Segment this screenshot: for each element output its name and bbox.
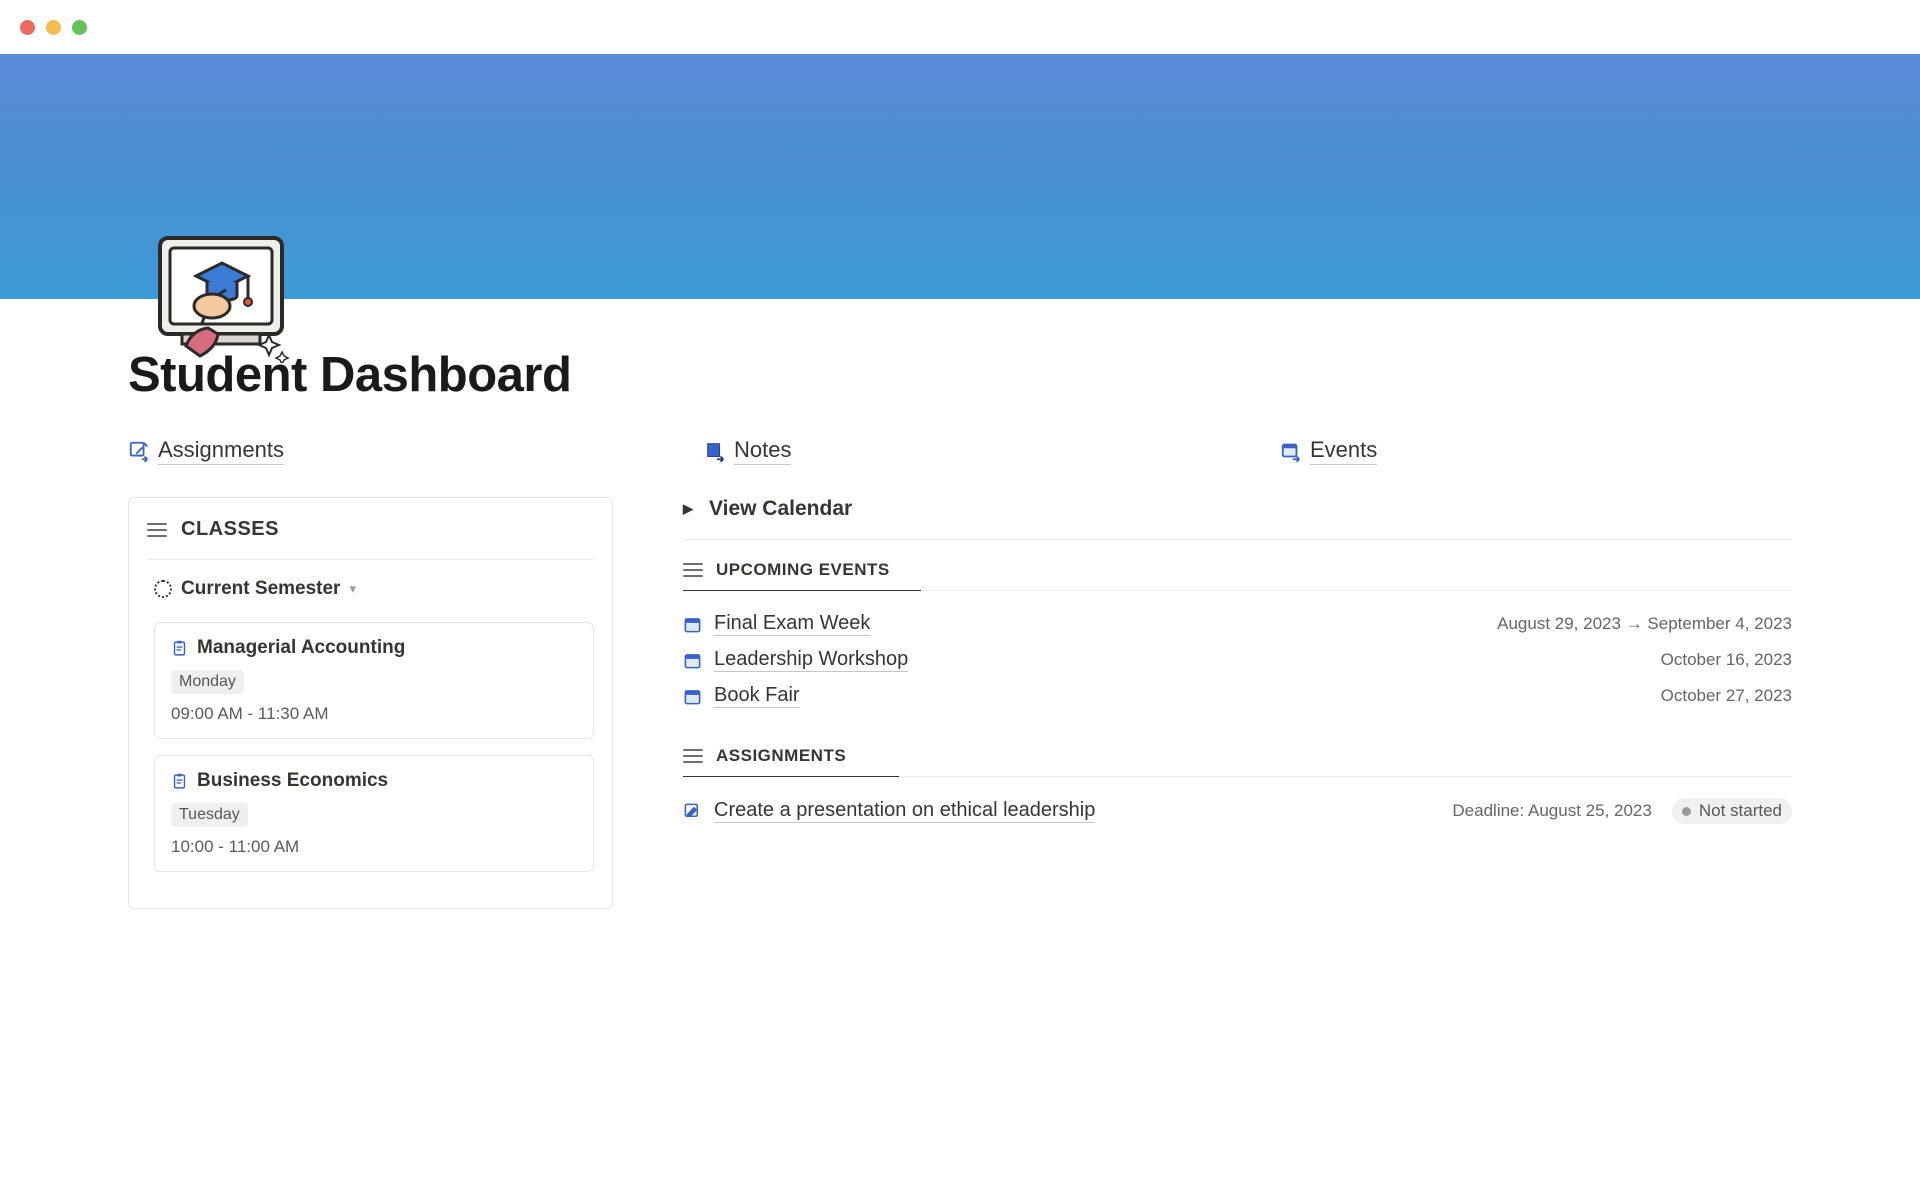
class-card[interactable]: Managerial Accounting Monday 09:00 AM - … bbox=[154, 622, 594, 739]
event-title: Final Exam Week bbox=[714, 612, 870, 636]
day-tag: Monday bbox=[171, 670, 244, 694]
window-minimize-button[interactable] bbox=[46, 20, 61, 35]
chevron-down-icon: ▾ bbox=[349, 581, 356, 597]
upcoming-events-tab[interactable]: UPCOMING EVENTS bbox=[683, 540, 1792, 590]
window-maximize-button[interactable] bbox=[72, 20, 87, 35]
clipboard-icon bbox=[171, 773, 188, 790]
event-row[interactable]: Leadership Workshop October 16, 2023 bbox=[683, 642, 1792, 678]
edit-icon bbox=[683, 802, 702, 821]
class-name: Business Economics bbox=[197, 770, 388, 792]
status-dot-icon bbox=[1682, 807, 1691, 816]
event-row[interactable]: Book Fair October 27, 2023 bbox=[683, 678, 1792, 714]
classes-panel: CLASSES Current Semester ▾ Manage bbox=[128, 497, 613, 909]
triangle-right-icon: ▶ bbox=[683, 501, 693, 517]
status-badge: Not started bbox=[1672, 798, 1792, 824]
calendar-arrow-icon bbox=[1280, 440, 1302, 462]
calendar-icon bbox=[683, 651, 702, 670]
assignments-link[interactable]: Assignments bbox=[128, 437, 284, 465]
upcoming-events-heading: UPCOMING EVENTS bbox=[716, 560, 890, 580]
page-icon[interactable] bbox=[152, 228, 290, 363]
window-titlebar bbox=[0, 0, 1920, 54]
list-icon bbox=[147, 523, 167, 537]
event-title: Leadership Workshop bbox=[714, 648, 908, 672]
divider bbox=[147, 559, 594, 560]
list-icon bbox=[683, 749, 703, 763]
notes-link-label: Notes bbox=[734, 437, 791, 465]
calendar-icon bbox=[683, 687, 702, 706]
notes-link[interactable]: Notes bbox=[704, 437, 791, 465]
view-calendar-label: View Calendar bbox=[709, 497, 852, 521]
events-link-label: Events bbox=[1310, 437, 1377, 465]
event-date: October 16, 2023 bbox=[1661, 650, 1792, 670]
event-title: Book Fair bbox=[714, 684, 800, 708]
class-name: Managerial Accounting bbox=[197, 637, 405, 659]
class-time: 09:00 AM - 11:30 AM bbox=[171, 704, 577, 724]
tab-underline bbox=[683, 776, 899, 778]
classes-heading: CLASSES bbox=[181, 518, 279, 541]
assignments-link-label: Assignments bbox=[158, 437, 284, 465]
loading-circle-icon bbox=[154, 580, 172, 598]
semester-selector[interactable]: Current Semester ▾ bbox=[147, 578, 594, 600]
edit-arrow-icon bbox=[128, 440, 150, 462]
event-date: August 29, 2023 → September 4, 2023 bbox=[1497, 614, 1792, 634]
assignment-row[interactable]: Create a presentation on ethical leaders… bbox=[683, 792, 1792, 830]
events-link[interactable]: Events bbox=[1280, 437, 1377, 465]
class-time: 10:00 - 11:00 AM bbox=[171, 837, 577, 857]
assignment-title: Create a presentation on ethical leaders… bbox=[714, 799, 1095, 823]
clipboard-icon bbox=[171, 640, 188, 657]
assignments-heading: ASSIGNMENTS bbox=[716, 746, 846, 766]
calendar-icon bbox=[683, 615, 702, 634]
class-card[interactable]: Business Economics Tuesday 10:00 - 11:00… bbox=[154, 755, 594, 872]
semester-label: Current Semester bbox=[181, 578, 340, 600]
assignments-tab[interactable]: ASSIGNMENTS bbox=[683, 726, 1792, 776]
day-tag: Tuesday bbox=[171, 803, 248, 827]
quick-links-row: Assignments Notes Events bbox=[128, 437, 1792, 467]
view-calendar-toggle[interactable]: ▶ View Calendar bbox=[683, 497, 1792, 540]
tab-underline bbox=[683, 590, 921, 592]
status-label: Not started bbox=[1699, 801, 1782, 821]
event-row[interactable]: Final Exam Week August 29, 2023 → Septem… bbox=[683, 606, 1792, 642]
book-arrow-icon bbox=[704, 440, 726, 462]
event-date: October 27, 2023 bbox=[1661, 686, 1792, 706]
assignment-deadline: Deadline: August 25, 2023 bbox=[1452, 801, 1651, 821]
page-title[interactable]: Student Dashboard bbox=[128, 347, 1792, 403]
window-close-button[interactable] bbox=[20, 20, 35, 35]
list-icon bbox=[683, 563, 703, 577]
